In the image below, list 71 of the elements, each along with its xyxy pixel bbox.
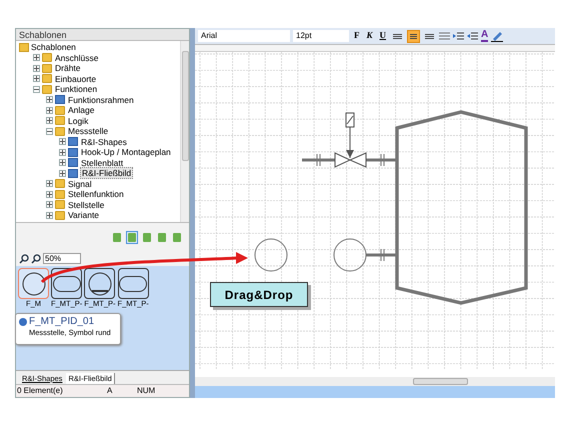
expand-icon[interactable] <box>46 212 53 219</box>
expand-icon[interactable] <box>59 148 66 156</box>
tooltip-title: F_MT_PID_01 <box>29 316 94 328</box>
tree-item[interactable]: Schablonen <box>31 42 76 52</box>
expand-icon[interactable] <box>59 138 66 146</box>
tree-item[interactable]: Hook-Up / Montageplan <box>80 147 172 158</box>
zoom-in-icon[interactable] <box>19 254 29 264</box>
expand-icon[interactable] <box>59 170 66 177</box>
tree-item[interactable]: Logik <box>67 116 90 126</box>
view-toggle-button[interactable] <box>141 230 153 244</box>
tree-item[interactable]: Stellstelle <box>67 200 106 210</box>
tree-item[interactable]: Variante <box>67 210 100 220</box>
drag-drop-callout: Drag&Drop <box>210 282 308 307</box>
expand-icon[interactable] <box>59 159 66 166</box>
status-text: NUM <box>137 385 156 397</box>
collapse-icon[interactable] <box>33 86 40 93</box>
expand-icon[interactable] <box>33 75 40 82</box>
bullet-list-icon[interactable] <box>439 31 450 41</box>
size-field[interactable]: 12pt <box>293 30 349 42</box>
expand-icon[interactable] <box>46 117 53 124</box>
status-text: 0 Element(e) <box>17 385 64 397</box>
tree-item[interactable]: Stellenblatt <box>80 158 124 168</box>
align-button[interactable] <box>407 30 420 42</box>
view-toggle-button[interactable] <box>126 230 138 244</box>
stencil-shape[interactable] <box>84 268 116 299</box>
collapse-icon[interactable] <box>46 128 53 135</box>
tree-item[interactable]: Einbauorte <box>54 74 98 84</box>
underline-button[interactable]: U <box>378 29 388 43</box>
indent-icon[interactable] <box>453 31 464 41</box>
font-color-button[interactable]: A <box>481 30 488 42</box>
tree-item[interactable]: R&I-Shapes <box>80 136 128 147</box>
tree-item[interactable]: Signal <box>67 178 93 189</box>
tree-item[interactable]: Anlage <box>67 105 96 116</box>
circle-shape-icon <box>88 272 112 296</box>
scrollbar[interactable] <box>180 41 189 222</box>
info-icon <box>19 318 27 326</box>
expand-icon[interactable] <box>46 106 53 114</box>
tree-item[interactable]: Messstelle <box>67 126 110 136</box>
expand-icon[interactable] <box>46 180 53 188</box>
font-field[interactable]: Arial <box>198 30 290 42</box>
oval-shape-icon <box>52 276 81 292</box>
scrollbar-thumb[interactable] <box>413 378 468 385</box>
view-toggle-button[interactable] <box>156 230 168 244</box>
tree-item[interactable]: Stellenfunktion <box>67 189 125 200</box>
zoom-field[interactable]: 50% <box>43 253 81 264</box>
italic-button[interactable]: K <box>364 29 375 43</box>
tree-item[interactable]: Anschlüsse <box>54 52 100 63</box>
tree-item[interactable]: Funktionsrahmen <box>67 94 135 105</box>
expand-icon[interactable] <box>33 64 40 72</box>
folder-icon <box>19 42 29 52</box>
view-toggle-button[interactable] <box>171 230 183 244</box>
oval-shape-icon <box>119 276 148 292</box>
tree-item[interactable]: Funktionen <box>54 84 98 94</box>
highlighter-icon[interactable] <box>491 30 504 42</box>
expand-icon[interactable] <box>46 201 53 208</box>
outdent-icon[interactable] <box>467 31 478 41</box>
circle-shape-icon <box>22 272 46 296</box>
zoom-out-icon[interactable] <box>31 254 41 264</box>
tree-item[interactable]: Drähte <box>54 63 82 74</box>
stencil-shape[interactable] <box>18 268 49 299</box>
expand-icon[interactable] <box>46 96 53 104</box>
stencil-icon <box>55 95 65 104</box>
expand-icon[interactable] <box>33 54 40 62</box>
tree-item[interactable]: R&I-Fließbild <box>80 167 134 180</box>
status-text: A <box>107 385 114 397</box>
stencil-shape[interactable] <box>118 268 149 299</box>
panel-title: Schablonen <box>16 29 189 41</box>
stencil-shape[interactable] <box>51 268 82 299</box>
expand-icon[interactable] <box>46 190 53 198</box>
bold-button[interactable]: F <box>352 29 362 43</box>
view-toggle-button[interactable] <box>111 230 123 244</box>
